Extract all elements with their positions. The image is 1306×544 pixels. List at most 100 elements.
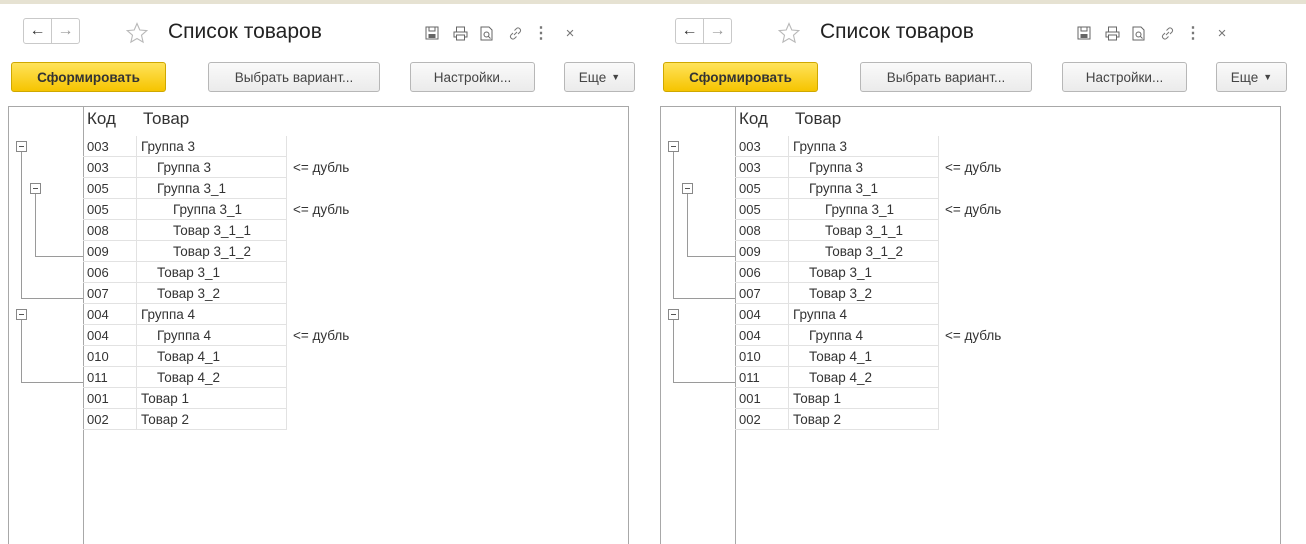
table-row[interactable]: 004 Группа 4 <= дубль (735, 325, 1035, 346)
cell-code: 010 (735, 346, 789, 367)
cell-code: 004 (83, 325, 137, 346)
report-area[interactable]: Код Товар 003 Группа 3 003 Группа 3 <= дубль… (660, 106, 1281, 544)
table-row[interactable]: 007 Товар 3_2 (83, 283, 383, 304)
table-row[interactable]: 003 Группа 3 <= дубль (735, 157, 1035, 178)
save-icon[interactable] (1075, 24, 1093, 42)
star-icon[interactable] (125, 22, 149, 49)
table-row[interactable]: 001 Товар 1 (735, 388, 1035, 409)
table-row[interactable]: 006 Товар 3_1 (83, 262, 383, 283)
table-row[interactable]: 008 Товар 3_1_1 (83, 220, 383, 241)
cell-code: 004 (735, 325, 789, 346)
report-area[interactable]: Код Товар 003 Группа 3 003 Группа 3 <= дубль… (8, 106, 629, 544)
cell-item: Товар 4_2 (789, 367, 939, 388)
link-icon[interactable] (1158, 24, 1176, 42)
save-icon[interactable] (423, 24, 441, 42)
cell-note: <= дубль (293, 160, 350, 175)
cell-code: 011 (735, 367, 789, 388)
table-row[interactable]: 006 Товар 3_1 (735, 262, 1035, 283)
group-line (35, 194, 36, 256)
collapse-group-button[interactable] (16, 309, 27, 320)
table-row[interactable]: 010 Товар 4_1 (735, 346, 1035, 367)
table-row[interactable]: 011 Товар 4_2 (735, 367, 1035, 388)
more-button[interactable]: Еще ▼ (564, 62, 635, 92)
settings-button[interactable]: Настройки... (410, 62, 535, 92)
close-icon[interactable]: × (1213, 24, 1231, 42)
table-row[interactable]: 010 Товар 4_1 (83, 346, 383, 367)
chevron-down-icon: ▼ (611, 72, 621, 82)
generate-button[interactable]: Сформировать (663, 62, 818, 92)
cell-item: Группа 4 (137, 304, 287, 325)
collapse-group-button[interactable] (668, 309, 679, 320)
table-row[interactable]: 002 Товар 2 (83, 409, 383, 430)
generate-button[interactable]: Сформировать (11, 62, 166, 92)
table-row[interactable]: 002 Товар 2 (735, 409, 1035, 430)
cell-code: 001 (83, 388, 137, 409)
more-button[interactable]: Еще ▼ (1216, 62, 1287, 92)
collapse-group-button[interactable] (30, 183, 41, 194)
cell-item: Товар 4_1 (789, 346, 939, 367)
group-line (687, 194, 688, 256)
cell-item: Товар 3_1_2 (137, 241, 287, 262)
grouping-gutter (661, 107, 736, 544)
collapse-group-button[interactable] (682, 183, 693, 194)
collapse-group-button[interactable] (668, 141, 679, 152)
close-icon[interactable]: × (561, 24, 579, 42)
cell-code: 002 (83, 409, 137, 430)
cell-note: <= дубль (945, 328, 1002, 343)
cell-code: 005 (735, 199, 789, 220)
back-button[interactable]: ← (23, 18, 52, 44)
table-row[interactable]: 009 Товар 3_1_2 (83, 241, 383, 262)
cell-item: Товар 3_1_2 (789, 241, 939, 262)
table-row[interactable]: 001 Товар 1 (83, 388, 383, 409)
cell-item: Товар 2 (137, 409, 287, 430)
table-row[interactable]: 003 Группа 3 (735, 136, 1035, 157)
cell-item: Товар 3_1 (789, 262, 939, 283)
cell-item: Группа 3 (789, 157, 939, 178)
print-icon[interactable] (1103, 24, 1121, 42)
table-row[interactable]: 008 Товар 3_1_1 (735, 220, 1035, 241)
forward-button[interactable]: → (703, 18, 732, 44)
cell-item: Товар 3_1 (137, 262, 287, 283)
table-row[interactable]: 005 Группа 3_1 (735, 178, 1035, 199)
group-line-end (35, 256, 83, 257)
more-vertical-icon[interactable]: ⋮ (1184, 24, 1202, 42)
column-header-code: Код (87, 109, 116, 128)
choose-variant-button[interactable]: Выбрать вариант... (860, 62, 1032, 92)
link-icon[interactable] (506, 24, 524, 42)
table-row[interactable]: 004 Группа 4 (735, 304, 1035, 325)
cell-code: 008 (83, 220, 137, 241)
table-row[interactable]: 004 Группа 4 (83, 304, 383, 325)
choose-variant-button[interactable]: Выбрать вариант... (208, 62, 380, 92)
cell-code: 005 (735, 178, 789, 199)
back-button[interactable]: ← (675, 18, 704, 44)
table-row[interactable]: 003 Группа 3 <= дубль (83, 157, 383, 178)
command-bar: Сформировать Выбрать вариант... Настройк… (660, 60, 1290, 94)
settings-button[interactable]: Настройки... (1062, 62, 1187, 92)
print-icon[interactable] (451, 24, 469, 42)
table-row[interactable]: 011 Товар 4_2 (83, 367, 383, 388)
group-line-end (673, 382, 735, 383)
preview-icon[interactable] (478, 24, 496, 42)
star-icon[interactable] (777, 22, 801, 49)
group-line (21, 152, 22, 298)
table-row[interactable]: 009 Товар 3_1_2 (735, 241, 1035, 262)
table-row[interactable]: 004 Группа 4 <= дубль (83, 325, 383, 346)
column-header-item: Товар (795, 109, 842, 128)
cell-code: 003 (83, 157, 137, 178)
more-vertical-icon[interactable]: ⋮ (532, 24, 550, 42)
form-title: Список товаров (168, 20, 322, 43)
collapse-group-button[interactable] (16, 141, 27, 152)
group-line-end (687, 256, 735, 257)
table-row[interactable]: 005 Группа 3_1 <= дубль (83, 199, 383, 220)
table-row[interactable]: 007 Товар 3_2 (735, 283, 1035, 304)
table-row[interactable]: 005 Группа 3_1 (83, 178, 383, 199)
form-title: Список товаров (820, 20, 974, 43)
forward-button[interactable]: → (51, 18, 80, 44)
table-row[interactable]: 003 Группа 3 (83, 136, 383, 157)
table-row[interactable]: 005 Группа 3_1 <= дубль (735, 199, 1035, 220)
cell-code: 010 (83, 346, 137, 367)
preview-icon[interactable] (1130, 24, 1148, 42)
group-line-end (21, 382, 83, 383)
cell-note: <= дубль (945, 160, 1002, 175)
cell-code: 006 (83, 262, 137, 283)
